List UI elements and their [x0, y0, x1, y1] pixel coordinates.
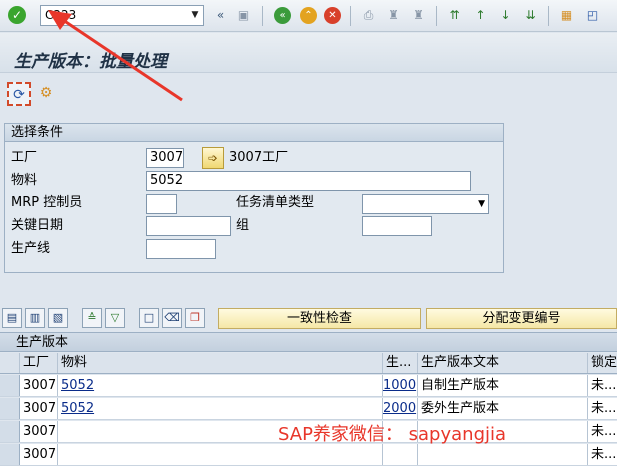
row-selector[interactable]: [0, 421, 20, 442]
next-page-icon[interactable]: ↓: [497, 7, 514, 24]
print-icon[interactable]: ⎙: [360, 7, 377, 24]
table-toolbar: ▤ ▥ ▧ ≙ ▽ □ ⌫ ❐ 一致性检查 分配变更编号: [0, 306, 617, 330]
consistency-check-button[interactable]: 一致性检查: [218, 308, 421, 329]
command-field[interactable]: C223 ▼: [40, 5, 204, 26]
assign-change-number-button[interactable]: 分配变更编号: [426, 308, 617, 329]
system-toolbar: ✓ C223 ▼ « ▣ « ⌃ ✕ ⎙ ♜ ♜ ⇈ ↑ ↓ ⇊ ▦ ◰: [0, 0, 617, 32]
cell-plant: 3007: [20, 421, 58, 442]
cell-version-link[interactable]: 2000: [383, 398, 418, 419]
column-header-version[interactable]: 生...: [383, 353, 418, 373]
mrp-controller-input[interactable]: [146, 194, 177, 214]
toolbar-separator: [548, 6, 549, 26]
trash-icon[interactable]: ⌫: [162, 308, 182, 328]
table-row[interactable]: 3007 未...: [0, 444, 617, 466]
row-selector[interactable]: [0, 375, 20, 396]
filter-icon[interactable]: ▽: [105, 308, 125, 328]
key-date-input[interactable]: [146, 216, 231, 236]
cell-plant: 3007: [20, 444, 58, 465]
new-session-icon[interactable]: ▦: [558, 7, 575, 24]
chevron-down-icon[interactable]: ▼: [478, 195, 485, 213]
toolbar-separator: [350, 6, 351, 26]
back-icon[interactable]: «: [274, 7, 291, 24]
mrp-controller-label: MRP 控制员: [11, 195, 83, 210]
refresh-icon[interactable]: ⟳: [7, 82, 31, 106]
last-page-icon[interactable]: ⇊: [522, 7, 539, 24]
copy-icon[interactable]: ❐: [185, 308, 205, 328]
column-header-material[interactable]: 物料: [58, 353, 383, 373]
cell-version-text[interactable]: [418, 444, 588, 465]
column-header-plant[interactable]: 工厂: [20, 353, 58, 373]
new-row-icon[interactable]: □: [139, 308, 159, 328]
cell-lock[interactable]: 未...: [588, 444, 617, 465]
cell-version-text[interactable]: 自制生产版本: [418, 375, 588, 396]
settings-icon[interactable]: ⚙: [34, 82, 58, 106]
toolbar-separator: [436, 6, 437, 26]
table-row[interactable]: 3007 5052 2000 委外生产版本 未...: [0, 398, 617, 420]
cell-plant: 3007: [20, 398, 58, 419]
command-field-value[interactable]: C223: [45, 8, 76, 22]
save-icon[interactable]: ▣: [235, 7, 252, 24]
column-header-version-text[interactable]: 生产版本文本: [418, 353, 588, 373]
double-chevron-left-icon[interactable]: «: [212, 7, 229, 24]
find-icon[interactable]: ♜: [385, 7, 402, 24]
watermark-text: SAP养家微信： sapyangjia: [278, 424, 507, 445]
material-label: 物料: [11, 173, 38, 188]
material-input[interactable]: 5052: [146, 171, 471, 191]
application-toolbar: ⟳ ⚙: [0, 74, 617, 114]
check-icon[interactable]: ✓: [8, 6, 26, 24]
title-bar: 生产版本：批量处理: [0, 33, 617, 73]
toolbar-separator: [262, 6, 263, 26]
row-selector[interactable]: [0, 444, 20, 465]
cell-version-input[interactable]: [383, 444, 418, 465]
row-selector[interactable]: [0, 398, 20, 419]
exit-icon[interactable]: ⌃: [300, 7, 317, 24]
cell-lock[interactable]: 未...: [588, 375, 617, 396]
chevron-down-icon[interactable]: ▼: [189, 9, 201, 21]
shortcut-icon[interactable]: ◰: [584, 7, 601, 24]
cell-version-text[interactable]: 委外生产版本: [418, 398, 588, 419]
cell-version-link[interactable]: 1000: [383, 375, 418, 396]
cell-material-link[interactable]: 5052: [58, 398, 383, 419]
cell-material-input[interactable]: [58, 444, 383, 465]
details-icon[interactable]: ▥: [25, 308, 45, 328]
cell-lock[interactable]: 未...: [588, 421, 617, 442]
key-date-label: 关键日期: [11, 218, 64, 233]
sort-icon[interactable]: ≙: [82, 308, 102, 328]
production-line-label: 生产线: [11, 241, 51, 256]
first-page-icon[interactable]: ⇈: [446, 7, 463, 24]
select-all-icon[interactable]: ▤: [2, 308, 22, 328]
task-list-type-select[interactable]: ▼: [362, 194, 489, 214]
cell-material-link[interactable]: 5052: [58, 375, 383, 396]
column-header-lock[interactable]: 锁定: [588, 353, 617, 373]
arrow-right-icon[interactable]: ➩: [202, 147, 224, 169]
table-row[interactable]: 3007 5052 1000 自制生产版本 未...: [0, 375, 617, 397]
task-list-type-label: 任务清单类型: [236, 195, 315, 210]
plant-description: 3007工厂: [229, 150, 289, 165]
page-title: 生产版本：批量处理: [14, 52, 167, 72]
selection-group: 选择条件 工厂 3007 ➩ 3007工厂 物料 5052 MRP 控制员 任务…: [4, 123, 504, 273]
table-header-row: 工厂 物料 生... 生产版本文本 锁定: [0, 353, 617, 374]
change-icon[interactable]: ▧: [48, 308, 68, 328]
group-title: 选择条件: [5, 124, 503, 142]
prev-page-icon[interactable]: ↑: [472, 7, 489, 24]
find-next-icon[interactable]: ♜: [410, 7, 427, 24]
group-input[interactable]: [362, 216, 432, 236]
plant-input[interactable]: 3007: [146, 148, 184, 168]
plant-label: 工厂: [11, 150, 38, 165]
cancel-icon[interactable]: ✕: [324, 7, 341, 24]
table-title: 生产版本: [0, 332, 617, 352]
group-label: 组: [236, 218, 250, 233]
cell-plant: 3007: [20, 375, 58, 396]
row-selector-header[interactable]: [0, 353, 20, 373]
cell-lock[interactable]: 未...: [588, 398, 617, 419]
production-line-input[interactable]: [146, 239, 216, 259]
